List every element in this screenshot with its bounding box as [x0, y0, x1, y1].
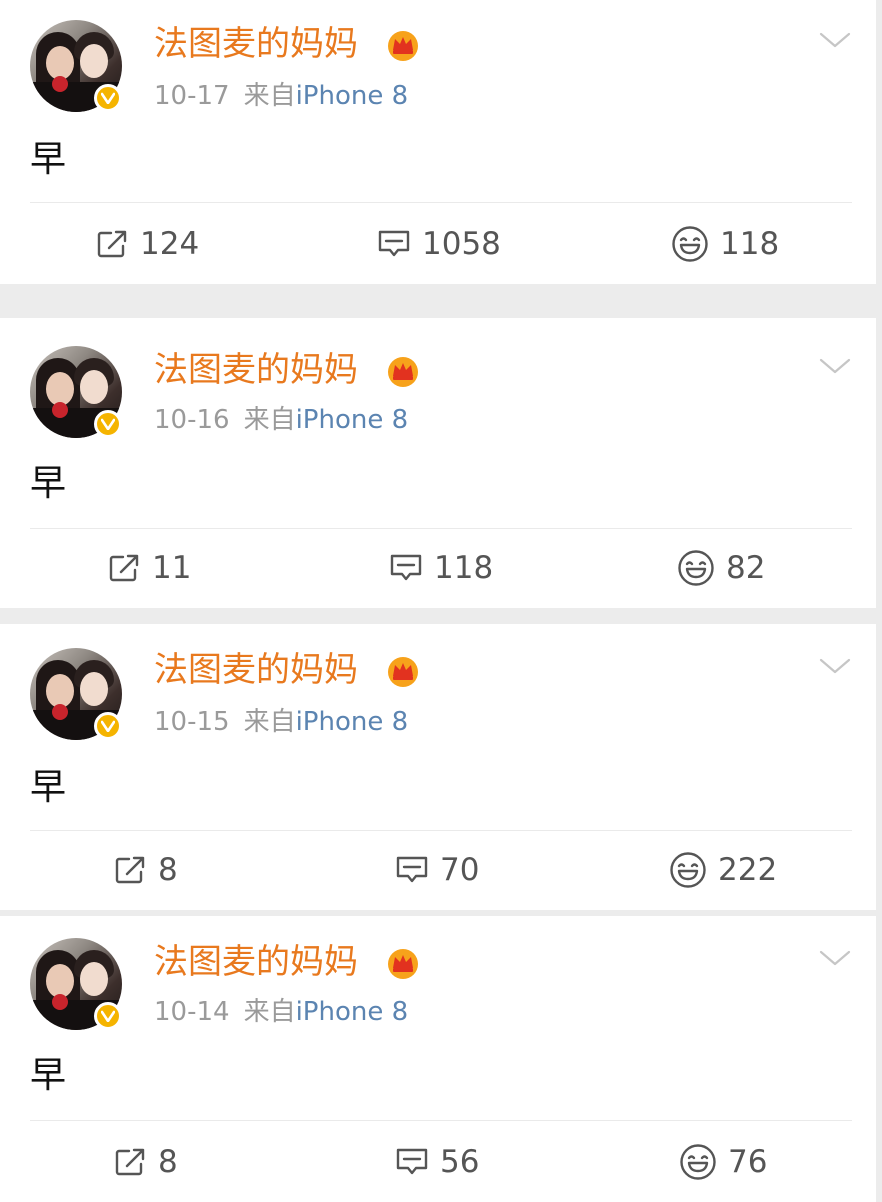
device-link[interactable]: iPhone 8 — [296, 405, 409, 435]
repost-count: 124 — [140, 226, 200, 262]
like-count: 82 — [726, 550, 766, 586]
crown-member-icon[interactable] — [386, 946, 420, 980]
repost-icon — [115, 1148, 145, 1176]
divider — [30, 830, 852, 831]
username[interactable]: 法图麦的妈妈 — [154, 22, 358, 66]
post-date: 10-15 — [154, 707, 230, 737]
divider — [30, 528, 852, 529]
post-meta: 10-17 来自iPhone 8 — [154, 80, 408, 112]
source-label: 来自 — [243, 997, 296, 1027]
comment-count: 118 — [434, 550, 494, 586]
repost-button[interactable]: 8 — [114, 1138, 178, 1186]
repost-count: 8 — [158, 852, 178, 888]
comment-icon — [396, 856, 428, 883]
comment-icon — [378, 230, 410, 257]
comment-button[interactable]: 70 — [394, 846, 479, 894]
smile-like-icon — [670, 852, 706, 888]
post-meta: 10-16 来自iPhone 8 — [154, 404, 408, 436]
username[interactable]: 法图麦的妈妈 — [154, 648, 358, 692]
verified-v-badge-icon — [94, 712, 122, 740]
like-count: 76 — [728, 1144, 768, 1180]
username[interactable]: 法图麦的妈妈 — [154, 348, 358, 392]
post-card[interactable]: 法图麦的妈妈 10-14 来自iPhone 8 早 8 56 76 — [0, 916, 876, 1202]
post-card[interactable]: 法图麦的妈妈 10-17 来自iPhone 8 早 124 1058 118 — [0, 0, 876, 284]
comment-button[interactable]: 56 — [394, 1138, 479, 1186]
post-text[interactable]: 早 — [30, 766, 66, 810]
chevron-down-icon[interactable] — [818, 356, 852, 376]
action-bar: 8 56 76 — [0, 1138, 876, 1186]
device-link[interactable]: iPhone 8 — [296, 707, 409, 737]
verified-v-badge-icon — [94, 1002, 122, 1030]
repost-icon — [97, 230, 127, 258]
repost-icon — [109, 554, 139, 582]
device-link[interactable]: iPhone 8 — [296, 81, 409, 111]
crown-member-icon[interactable] — [386, 28, 420, 62]
chevron-down-icon[interactable] — [818, 656, 852, 676]
crown-member-icon[interactable] — [386, 354, 420, 388]
smile-like-icon — [680, 1144, 716, 1180]
repost-button[interactable]: 11 — [108, 544, 191, 592]
repost-count: 11 — [152, 550, 192, 586]
source-label: 来自 — [243, 707, 296, 737]
divider — [30, 202, 852, 203]
like-count: 222 — [718, 852, 778, 888]
verified-v-badge-icon — [94, 410, 122, 438]
chevron-down-icon[interactable] — [818, 948, 852, 968]
post-text[interactable]: 早 — [30, 462, 66, 506]
comment-button[interactable]: 118 — [388, 544, 493, 592]
like-button[interactable]: 118 — [670, 220, 779, 268]
divider — [30, 1120, 852, 1121]
crown-member-icon[interactable] — [386, 654, 420, 688]
action-bar: 8 70 222 — [0, 846, 876, 894]
device-link[interactable]: iPhone 8 — [296, 997, 409, 1027]
post-card[interactable]: 法图麦的妈妈 10-16 来自iPhone 8 早 11 118 82 — [0, 318, 876, 608]
repost-button[interactable]: 8 — [114, 846, 178, 894]
comment-icon — [390, 554, 422, 581]
username[interactable]: 法图麦的妈妈 — [154, 940, 358, 984]
action-bar: 11 118 82 — [0, 544, 876, 592]
comment-count: 56 — [440, 1144, 480, 1180]
smile-like-icon — [672, 226, 708, 262]
smile-like-icon — [678, 550, 714, 586]
source-label: 来自 — [243, 81, 296, 111]
comment-icon — [396, 1148, 428, 1175]
chevron-down-icon[interactable] — [818, 30, 852, 50]
post-meta: 10-15 来自iPhone 8 — [154, 706, 408, 738]
post-date: 10-17 — [154, 81, 230, 111]
comment-count: 1058 — [422, 226, 501, 262]
post-text[interactable]: 早 — [30, 138, 66, 182]
like-count: 118 — [720, 226, 780, 262]
post-card[interactable]: 法图麦的妈妈 10-15 来自iPhone 8 早 8 70 222 — [0, 624, 876, 910]
post-text[interactable]: 早 — [30, 1054, 66, 1098]
source-label: 来自 — [243, 405, 296, 435]
comment-count: 70 — [440, 852, 480, 888]
repost-count: 8 — [158, 1144, 178, 1180]
post-date: 10-16 — [154, 405, 230, 435]
action-bar: 124 1058 118 — [0, 220, 876, 268]
post-date: 10-14 — [154, 997, 230, 1027]
repost-button[interactable]: 124 — [96, 220, 199, 268]
like-button[interactable]: 82 — [676, 544, 765, 592]
post-meta: 10-14 来自iPhone 8 — [154, 996, 408, 1028]
like-button[interactable]: 222 — [668, 846, 777, 894]
repost-icon — [115, 856, 145, 884]
like-button[interactable]: 76 — [678, 1138, 767, 1186]
verified-v-badge-icon — [94, 84, 122, 112]
comment-button[interactable]: 1058 — [376, 220, 501, 268]
